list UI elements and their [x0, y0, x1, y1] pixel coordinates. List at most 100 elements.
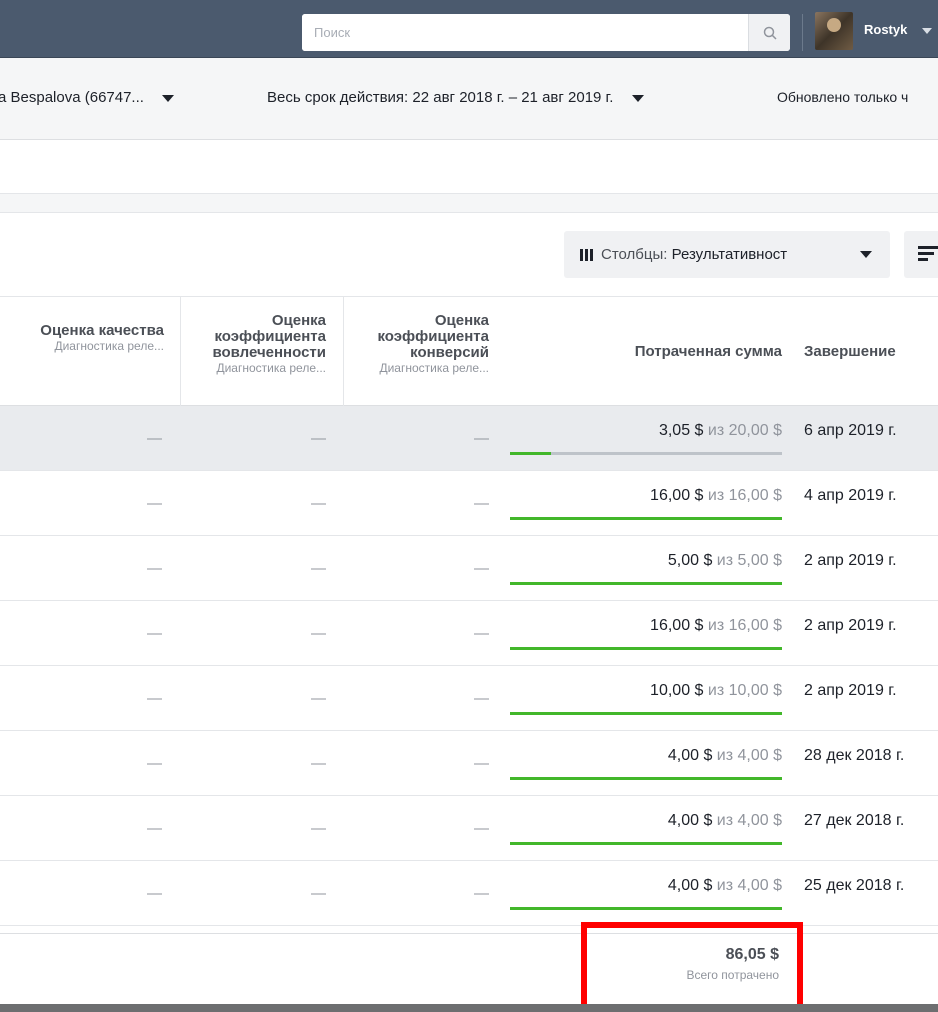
- chevron-down-icon: [631, 94, 644, 102]
- spend-progress-fill: [510, 647, 782, 650]
- header-spent-label: Потраченная сумма: [634, 343, 782, 360]
- table-row[interactable]: — — — 4,00 $ из 4,00 $ 25 дек 2018 г.: [0, 861, 938, 926]
- spent-amount: 16,00 $: [650, 617, 704, 634]
- cell-end-date: 27 дек 2018 г.: [804, 812, 905, 829]
- spend-progress-fill: [510, 452, 552, 455]
- search-box[interactable]: [302, 14, 790, 51]
- cell-engagement: —: [311, 625, 326, 642]
- cell-engagement: —: [311, 430, 326, 447]
- columns-label: Столбцы:: [601, 246, 668, 263]
- cell-conversion: —: [474, 885, 489, 902]
- breakdown-icon: [918, 246, 938, 264]
- table-row[interactable]: — — — 4,00 $ из 4,00 $ 27 дек 2018 г.: [0, 796, 938, 861]
- spent-amount: 5,00 $: [667, 552, 713, 569]
- cell-engagement: —: [311, 820, 326, 837]
- cell-end-date: 25 дек 2018 г.: [804, 877, 905, 894]
- cell-spent: 5,00 $ из 5,00 $: [668, 552, 782, 570]
- spend-progress-fill: [510, 582, 782, 585]
- chevron-down-icon: [162, 94, 175, 102]
- horizontal-scrollbar[interactable]: [0, 1004, 938, 1012]
- cell-conversion: —: [474, 430, 489, 447]
- header-engagement-sub: Диагностика реле...: [216, 361, 326, 375]
- cell-end-date: 2 апр 2019 г.: [804, 682, 897, 699]
- header-quality[interactable]: Оценка качества Диагностика реле...: [14, 322, 164, 354]
- header-engagement[interactable]: Оценка коэффициента вовлеченности Диагно…: [176, 312, 326, 376]
- avatar[interactable]: [815, 12, 853, 50]
- header-end-label: Завершение: [804, 343, 896, 360]
- columns-value: Результативност: [671, 246, 788, 263]
- cell-conversion: —: [474, 625, 489, 642]
- table-row[interactable]: — — — 4,00 $ из 4,00 $ 28 дек 2018 г.: [0, 731, 938, 796]
- cell-end-date: 2 апр 2019 г.: [804, 617, 897, 634]
- total-label: Всего потрачено: [686, 968, 779, 982]
- filter-bar: a Bespalova (66747... Весь срок действия…: [0, 58, 938, 140]
- table-row[interactable]: — — — 3,05 $ из 20,00 $ 6 апр 2019 г.: [0, 406, 938, 471]
- cell-engagement: —: [311, 885, 326, 902]
- total-amount: 86,05 $: [725, 946, 779, 963]
- table-row[interactable]: — — — 10,00 $ из 10,00 $ 2 апр 2019 г.: [0, 666, 938, 731]
- search-input[interactable]: [302, 14, 748, 51]
- header-quality-sub: Диагностика реле...: [54, 339, 164, 353]
- spent-amount: 3,05 $: [658, 422, 704, 439]
- header-engagement-label: Оценка коэффициента вовлеченности: [212, 312, 326, 361]
- table-row[interactable]: — — — 16,00 $ из 16,00 $ 2 апр 2019 г.: [0, 601, 938, 666]
- header-spent[interactable]: Потраченная сумма: [635, 344, 782, 360]
- header-conversion-sub: Диагностика реле...: [379, 361, 489, 375]
- spend-progress-fill: [510, 517, 782, 520]
- updated-status: Обновлено только ч: [777, 89, 908, 105]
- spend-progress-fill: [510, 777, 782, 780]
- cell-spent: 4,00 $ из 4,00 $: [668, 747, 782, 765]
- cell-spent: 4,00 $ из 4,00 $: [668, 812, 782, 830]
- cell-quality: —: [147, 560, 162, 577]
- budget-amount: из 4,00 $: [716, 812, 782, 829]
- cell-end-date: 4 апр 2019 г.: [804, 487, 897, 504]
- topbar-divider: [802, 14, 803, 51]
- spend-progress-bar: [510, 777, 782, 780]
- breakdown-button[interactable]: [904, 231, 938, 278]
- search-icon: [763, 26, 777, 40]
- spend-progress-bar: [510, 842, 782, 845]
- account-label: a Bespalova (66747...: [0, 89, 144, 106]
- search-button[interactable]: [748, 14, 790, 51]
- cell-quality: —: [147, 755, 162, 772]
- columns-button[interactable]: Столбцы: Результативност: [564, 231, 890, 278]
- spent-amount: 16,00 $: [650, 487, 704, 504]
- cell-quality: —: [147, 690, 162, 707]
- cell-engagement: —: [311, 755, 326, 772]
- cell-quality: —: [147, 495, 162, 512]
- cell-conversion: —: [474, 690, 489, 707]
- cell-end-date: 6 апр 2019 г.: [804, 422, 897, 439]
- columns-icon: [580, 248, 593, 261]
- cell-spent: 16,00 $ из 16,00 $: [650, 617, 782, 635]
- username[interactable]: Rostyk: [864, 22, 907, 37]
- cell-spent: 4,00 $ из 4,00 $: [668, 877, 782, 895]
- budget-amount: из 16,00 $: [707, 487, 782, 504]
- cell-engagement: —: [311, 690, 326, 707]
- spent-amount: 4,00 $: [667, 747, 713, 764]
- date-range-selector[interactable]: Весь срок действия: 22 авг 2018 г. – 21 …: [267, 89, 644, 106]
- total-spent: 86,05 $ Всего потрачено: [686, 946, 779, 982]
- spend-progress-bar: [510, 907, 782, 910]
- updated-label: Обновлено только ч: [777, 89, 909, 105]
- header-conversion[interactable]: Оценка коэффициента конверсий Диагностик…: [339, 313, 489, 376]
- spend-progress-fill: [510, 907, 782, 910]
- spend-progress-bar: [510, 712, 782, 715]
- spend-progress-bar: [510, 582, 782, 585]
- header-quality-label: Оценка качества: [40, 322, 164, 339]
- spend-progress-bar: [510, 647, 782, 650]
- cell-conversion: —: [474, 755, 489, 772]
- budget-amount: из 16,00 $: [707, 617, 782, 634]
- table-row[interactable]: — — — 5,00 $ из 5,00 $ 2 апр 2019 г.: [0, 536, 938, 601]
- cell-quality: —: [147, 885, 162, 902]
- chevron-down-icon[interactable]: [922, 28, 932, 34]
- spent-amount: 4,00 $: [667, 877, 713, 894]
- budget-amount: из 4,00 $: [716, 877, 782, 894]
- cell-quality: —: [147, 430, 162, 447]
- budget-amount: из 10,00 $: [707, 682, 782, 699]
- cell-conversion: —: [474, 495, 489, 512]
- column-divider: [180, 296, 181, 406]
- header-end[interactable]: Завершение: [804, 344, 896, 360]
- table-row[interactable]: — — — 16,00 $ из 16,00 $ 4 апр 2019 г.: [0, 471, 938, 536]
- spend-progress-bar: [510, 517, 782, 520]
- account-selector[interactable]: a Bespalova (66747...: [0, 89, 175, 106]
